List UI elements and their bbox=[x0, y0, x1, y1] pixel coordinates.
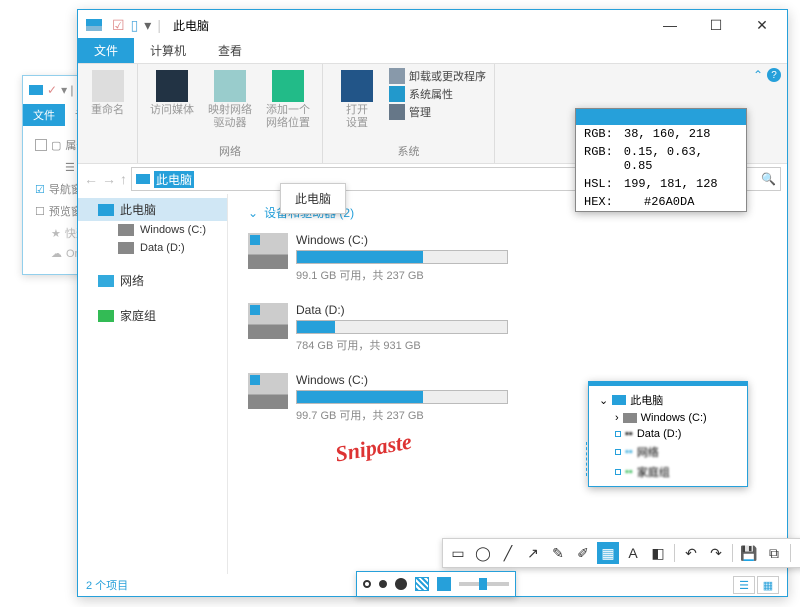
tool-mosaic-icon[interactable]: ▦ bbox=[597, 542, 619, 564]
color-swatch bbox=[576, 109, 746, 125]
uninstall-button[interactable]: 卸载或更改程序 bbox=[389, 68, 486, 84]
explorer-window: ☑ ▯ ▾ | 此电脑 — ☐ ✕ 文件 计算机 查看 重命名 访问媒体 映射网… bbox=[77, 9, 788, 597]
add-location-button[interactable]: 添加一个 网络位置 bbox=[262, 68, 314, 130]
style-toolbar bbox=[356, 571, 516, 597]
tool-rect-icon[interactable]: ▭ bbox=[447, 542, 469, 564]
maximize-button[interactable]: ☐ bbox=[693, 10, 739, 40]
drive-stat: 99.1 GB 可用，共 237 GB bbox=[296, 267, 508, 283]
ribbon-collapse-icon[interactable]: ⌃ bbox=[753, 68, 763, 82]
rgb-int: 38, 160, 218 bbox=[624, 127, 710, 141]
drive-icon bbox=[248, 233, 288, 269]
drive-icon bbox=[118, 224, 134, 236]
drive-name: Data (D:) bbox=[296, 303, 508, 317]
pc-icon bbox=[136, 174, 150, 184]
tool-pencil-icon[interactable]: ✎ bbox=[547, 542, 569, 564]
tool-marker-icon[interactable]: ✐ bbox=[572, 542, 594, 564]
annotation-toolbar: ▭ ◯ ╱ ↗ ✎ ✐ ▦ A ◧ ↶ ↷ 💾 ⧉ ✓ bbox=[442, 538, 800, 568]
pc-icon bbox=[29, 85, 43, 95]
drive-item[interactable]: Windows (C:) 99.1 GB 可用，共 237 GB bbox=[248, 233, 508, 283]
view-details-button[interactable]: ☰ bbox=[733, 576, 755, 594]
help-icon[interactable]: ? bbox=[767, 68, 781, 82]
ribbon-tabs: 文件 计算机 查看 bbox=[78, 40, 787, 64]
tree-item[interactable]: ▪▪家庭组 bbox=[593, 462, 743, 482]
tool-text-icon[interactable]: A bbox=[622, 542, 644, 564]
sidebar-item-homegroup[interactable]: 家庭组 bbox=[78, 304, 227, 327]
drive-stat: 784 GB 可用，共 931 GB bbox=[296, 337, 508, 353]
nav-up-icon[interactable]: ↑ bbox=[120, 171, 127, 187]
tree-item[interactable]: ›Windows (C:) bbox=[593, 410, 743, 426]
tree-item[interactable]: ▪▪网络 bbox=[593, 442, 743, 462]
drive-icon bbox=[248, 303, 288, 339]
sidebar: 此电脑 Windows (C:) Data (D:) 网络 家庭组 bbox=[78, 194, 228, 574]
copy-icon[interactable]: ⧉ bbox=[763, 542, 785, 564]
fill-solid-icon[interactable] bbox=[437, 577, 451, 591]
close-button[interactable]: ✕ bbox=[739, 10, 785, 40]
drive-item[interactable]: Data (D:) 784 GB 可用，共 931 GB bbox=[248, 303, 508, 353]
tool-ellipse-icon[interactable]: ◯ bbox=[472, 542, 494, 564]
sidebar-item-thispc[interactable]: 此电脑 bbox=[78, 198, 227, 221]
sidebar-item-cdrive[interactable]: Windows (C:) bbox=[78, 221, 227, 239]
opacity-slider[interactable] bbox=[459, 582, 509, 586]
tab-computer[interactable]: 计算机 bbox=[134, 38, 202, 63]
undo-icon[interactable]: ↶ bbox=[680, 542, 702, 564]
homegroup-icon bbox=[98, 310, 114, 322]
nav-back-icon[interactable]: ← bbox=[84, 171, 98, 187]
drive-stat: 99.7 GB 可用，共 237 GB bbox=[296, 407, 508, 423]
drive-name: Windows (C:) bbox=[296, 233, 508, 247]
minimize-button[interactable]: — bbox=[647, 10, 693, 40]
sidebar-item-network[interactable]: 网络 bbox=[78, 269, 227, 292]
network-icon bbox=[98, 275, 114, 287]
tree-item[interactable]: ▪▪Data (D:) bbox=[593, 426, 743, 442]
titlebar: ☑ ▯ ▾ | 此电脑 — ☐ ✕ bbox=[78, 10, 787, 40]
drive-item[interactable]: Windows (C:) 99.7 GB 可用，共 237 GB bbox=[248, 373, 508, 423]
tab-view[interactable]: 查看 bbox=[202, 38, 258, 63]
qat-dropdown-icon[interactable]: ▾ bbox=[144, 17, 151, 34]
hex: #26A0DA bbox=[644, 195, 694, 209]
redo-icon[interactable]: ↷ bbox=[705, 542, 727, 564]
pc-icon bbox=[98, 204, 114, 216]
pc-icon bbox=[86, 19, 102, 31]
drive-icon bbox=[248, 373, 288, 409]
sidebar-item-ddrive[interactable]: Data (D:) bbox=[78, 239, 227, 257]
rename-button[interactable]: 重命名 bbox=[86, 68, 129, 117]
manage-button[interactable]: 管理 bbox=[389, 104, 486, 120]
fill-hatch-icon[interactable] bbox=[415, 577, 429, 591]
map-drive-button[interactable]: 映射网络 驱动器 bbox=[204, 68, 256, 130]
chevron-down-icon: ⌄ bbox=[248, 206, 258, 220]
nav-forward-icon[interactable]: → bbox=[102, 171, 116, 187]
tool-eraser-icon[interactable]: ◧ bbox=[647, 542, 669, 564]
drive-usage-bar bbox=[296, 250, 508, 264]
access-media-button[interactable]: 访问媒体 bbox=[146, 68, 198, 117]
qat-doc-icon[interactable]: ▯ bbox=[131, 17, 139, 34]
save-icon[interactable]: 💾 bbox=[738, 542, 760, 564]
window-title: 此电脑 bbox=[173, 17, 209, 34]
size-small-icon[interactable] bbox=[363, 580, 371, 588]
drive-name: Windows (C:) bbox=[296, 373, 508, 387]
qat-check-icon[interactable]: ☑ bbox=[112, 17, 125, 34]
tree-root[interactable]: ⌄此电脑 bbox=[593, 390, 743, 410]
ghost-tab-file[interactable]: 文件 bbox=[23, 104, 65, 126]
floating-tree[interactable]: ⌄此电脑 ›Windows (C:) ▪▪Data (D:) ▪▪网络 ▪▪家庭… bbox=[588, 381, 748, 487]
tab-file[interactable]: 文件 bbox=[78, 38, 134, 63]
drive-icon bbox=[118, 242, 134, 254]
rgb-float: 0.15, 0.63, 0.85 bbox=[624, 145, 738, 173]
color-picker: RGB:38, 160, 218 RGB:0.15, 0.63, 0.85 HS… bbox=[575, 108, 747, 212]
search-icon: 🔍 bbox=[761, 172, 776, 186]
confirm-icon[interactable]: ✓ bbox=[796, 542, 800, 564]
tool-line-icon[interactable]: ╱ bbox=[497, 542, 519, 564]
tool-arrow-icon[interactable]: ↗ bbox=[522, 542, 544, 564]
size-large-icon[interactable] bbox=[395, 578, 407, 590]
sysprops-button[interactable]: 系统属性 bbox=[389, 86, 486, 102]
status-item-count: 2 个项目 bbox=[86, 577, 128, 593]
open-settings-button[interactable]: 打开 设置 bbox=[331, 68, 383, 130]
drive-usage-bar bbox=[296, 320, 508, 334]
hsl: 199, 181, 128 bbox=[624, 177, 718, 191]
view-icons-button[interactable]: ▦ bbox=[757, 576, 779, 594]
drive-usage-bar bbox=[296, 390, 508, 404]
size-med-icon[interactable] bbox=[379, 580, 387, 588]
tooltip: 此电脑 bbox=[280, 183, 346, 214]
